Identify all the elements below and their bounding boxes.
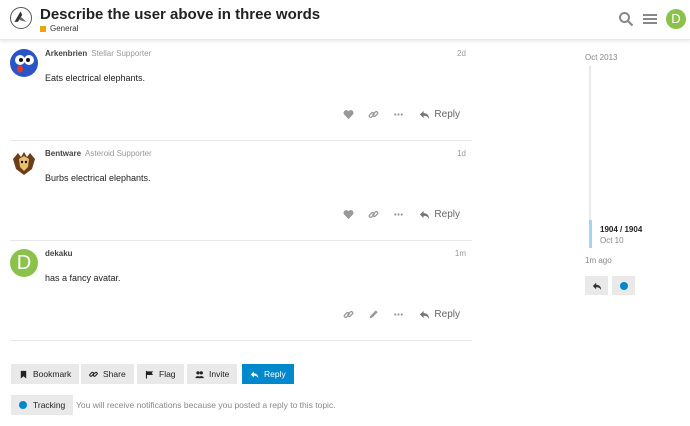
tracking-description: You will receive notifications because y… bbox=[76, 400, 336, 410]
reply-icon bbox=[420, 110, 430, 119]
reply-icon bbox=[420, 310, 430, 319]
flag-label: Flag bbox=[159, 369, 176, 379]
post-author[interactable]: Bentware Asteroid Supporter bbox=[45, 149, 152, 158]
like-icon[interactable] bbox=[341, 107, 355, 121]
more-options-icon[interactable] bbox=[391, 107, 405, 121]
timeline-current-date: Oct 10 bbox=[600, 236, 624, 245]
username[interactable]: Bentware bbox=[45, 149, 81, 158]
reply-icon bbox=[420, 210, 430, 219]
site-header: Describe the user above in three words G… bbox=[0, 0, 690, 40]
like-icon[interactable] bbox=[341, 207, 355, 221]
topic-title[interactable]: Describe the user above in three words bbox=[40, 6, 320, 23]
post: Arkenbrien Stellar Supporter 2d Eats elec… bbox=[10, 41, 472, 141]
category-badge[interactable]: General bbox=[40, 24, 78, 33]
avatar[interactable] bbox=[10, 49, 38, 77]
bookmark-label: Bookmark bbox=[33, 369, 72, 379]
username[interactable]: Arkenbrien bbox=[45, 49, 87, 58]
post-author[interactable]: dekaku bbox=[45, 249, 73, 258]
post-actions: Reply bbox=[330, 307, 460, 321]
search-icon[interactable] bbox=[618, 11, 634, 27]
more-options-icon[interactable] bbox=[391, 307, 405, 321]
share-label: Share bbox=[103, 369, 126, 379]
more-options-icon[interactable] bbox=[391, 207, 405, 221]
post: Bentware Asteroid Supporter 1d Burbs elec… bbox=[10, 141, 472, 241]
timeline-notification-button[interactable] bbox=[612, 276, 635, 295]
post-actions: Reply bbox=[330, 107, 460, 121]
reply-button[interactable]: Reply bbox=[419, 209, 460, 220]
post-author[interactable]: Arkenbrien Stellar Supporter bbox=[45, 49, 151, 58]
bookmark-icon bbox=[20, 370, 27, 379]
link-icon[interactable] bbox=[341, 307, 355, 321]
edit-pencil-icon[interactable] bbox=[366, 307, 380, 321]
flag-button[interactable]: Flag bbox=[137, 364, 184, 384]
timeline-end-date[interactable]: 1m ago bbox=[585, 256, 612, 265]
post-body: has a fancy avatar. bbox=[45, 273, 121, 283]
timeline-scrollbar[interactable] bbox=[589, 66, 591, 220]
reply-icon bbox=[250, 371, 259, 378]
invite-button[interactable]: Invite bbox=[187, 364, 238, 384]
post: D dekaku 1m has a fancy avatar. Reply bbox=[10, 241, 472, 341]
avatar[interactable] bbox=[10, 149, 38, 177]
timeline-reply-button[interactable] bbox=[585, 276, 608, 295]
reply-icon bbox=[592, 282, 601, 290]
reply-label: Reply bbox=[434, 308, 460, 320]
reply-label: Reply bbox=[434, 208, 460, 220]
tracking-label: Tracking bbox=[33, 400, 66, 410]
bookmark-button[interactable]: Bookmark bbox=[11, 364, 80, 384]
reply-button[interactable]: Reply bbox=[419, 309, 460, 320]
post-age[interactable]: 1m bbox=[455, 249, 466, 258]
flag-icon bbox=[145, 370, 154, 379]
invite-label: Invite bbox=[209, 369, 230, 379]
reply-button[interactable]: Reply bbox=[419, 109, 460, 120]
user-flair: Asteroid Supporter bbox=[85, 149, 152, 158]
link-icon[interactable] bbox=[366, 107, 380, 121]
tracking-dot-icon bbox=[19, 401, 27, 409]
timeline-position: 1904 / 1904 bbox=[600, 225, 643, 234]
hamburger-menu-icon[interactable] bbox=[642, 11, 658, 27]
post-age[interactable]: 2d bbox=[457, 49, 466, 58]
reply-button[interactable]: Reply bbox=[242, 364, 294, 384]
user-flair: Stellar Supporter bbox=[91, 49, 152, 58]
avatar[interactable]: D bbox=[10, 249, 38, 277]
tracking-dot-icon bbox=[619, 281, 628, 290]
notification-level-button[interactable]: Tracking bbox=[11, 395, 74, 415]
link-icon[interactable] bbox=[366, 207, 380, 221]
post-body: Eats electrical elephants. bbox=[45, 73, 146, 83]
share-button[interactable]: Share bbox=[81, 364, 134, 384]
reply-label: Reply bbox=[434, 108, 460, 120]
username[interactable]: dekaku bbox=[45, 249, 73, 258]
category-color-swatch bbox=[40, 25, 46, 32]
post-actions: Reply bbox=[330, 207, 460, 221]
timeline-start-date[interactable]: Oct 2013 bbox=[585, 53, 617, 62]
users-icon bbox=[195, 370, 204, 378]
link-icon bbox=[89, 371, 98, 377]
category-label: General bbox=[50, 24, 79, 33]
current-user-avatar[interactable]: D bbox=[666, 9, 686, 29]
timeline-handle[interactable] bbox=[589, 220, 592, 248]
post-body: Burbs electrical elephants. bbox=[45, 173, 151, 183]
site-logo-icon[interactable] bbox=[10, 7, 32, 29]
post-age[interactable]: 1d bbox=[457, 149, 466, 158]
reply-label: Reply bbox=[264, 369, 286, 379]
